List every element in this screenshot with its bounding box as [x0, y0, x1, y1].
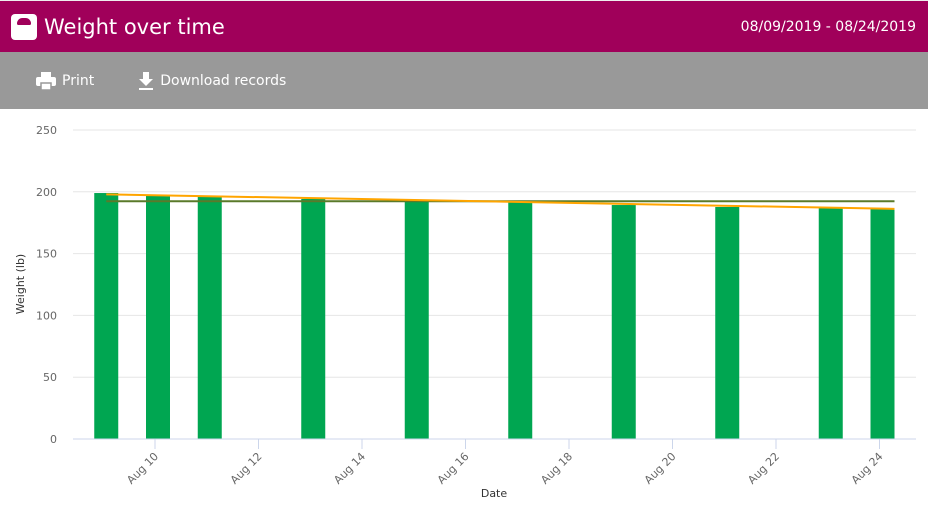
x-tick-label: Aug 24: [849, 450, 886, 487]
y-tick-label: 200: [36, 186, 57, 199]
y-tick-label: 150: [36, 248, 57, 261]
x-tick-label: Aug 22: [745, 450, 782, 487]
y-tick-label: 50: [43, 371, 57, 384]
y-axis-label: Weight (lb): [14, 254, 27, 314]
download-records-button[interactable]: Download records: [138, 71, 287, 90]
printer-icon: [36, 71, 56, 90]
scale-icon: [11, 13, 37, 40]
x-tick-label: Aug 12: [228, 450, 265, 487]
bar-aug-23[interactable]: [818, 207, 843, 439]
bar-aug-21[interactable]: [715, 207, 740, 439]
weight-chart: 0 50 100 150 200 250 Aug 10 Aug 12 Aug 14 Aug 16 A…: [14, 124, 916, 500]
date-range[interactable]: 08/09/2019 - 08/24/2019: [741, 19, 916, 35]
y-tick-label: 100: [36, 309, 57, 322]
x-tick-label: Aug 14: [331, 450, 368, 487]
toolbar: Print Download records: [0, 52, 928, 109]
x-tick-label: Aug 18: [538, 450, 575, 487]
print-button[interactable]: Print: [36, 71, 95, 90]
x-tick-label: Aug 20: [642, 450, 679, 487]
bar-aug-13[interactable]: [301, 198, 326, 439]
bar-aug-17[interactable]: [508, 202, 533, 439]
download-label: Download records: [160, 72, 287, 89]
bar-aug-9[interactable]: [94, 193, 119, 439]
bar-aug-11[interactable]: [197, 196, 222, 439]
print-label: Print: [62, 72, 95, 89]
x-tick-label: Aug 16: [435, 450, 472, 487]
y-tick-label: 250: [36, 124, 57, 137]
bar-aug-19[interactable]: [611, 205, 636, 439]
x-axis-label: Date: [481, 487, 508, 500]
x-tick-label: Aug 10: [124, 450, 161, 487]
page-title: Weight over time: [44, 14, 225, 39]
header: Weight over time 08/09/2019 - 08/24/2019: [0, 0, 928, 52]
bar-aug-15[interactable]: [404, 199, 429, 439]
y-tick-label: 0: [50, 433, 57, 446]
download-icon: [139, 71, 154, 90]
bar-aug-10[interactable]: [146, 195, 170, 439]
bar-aug-24[interactable]: [870, 207, 895, 439]
